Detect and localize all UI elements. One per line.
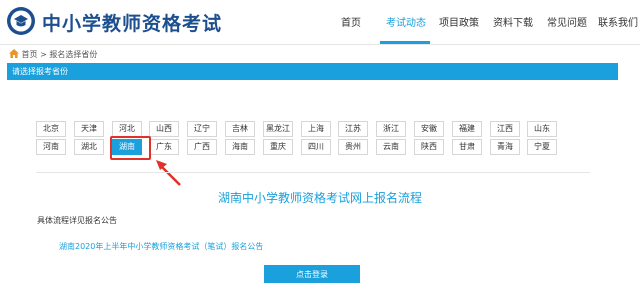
province-button[interactable]: 黑龙江: [263, 121, 293, 137]
nav-active-indicator: [380, 41, 430, 44]
nav-home[interactable]: 首页: [340, 14, 362, 29]
education-emblem-icon: [7, 7, 35, 35]
province-button[interactable]: 贵州: [338, 139, 368, 155]
top-header: 中小学教师资格考试 首页 考试动态 项目政策 资料下载 常见问题 联系我们: [0, 0, 640, 45]
province-button[interactable]: 湖北: [74, 139, 104, 155]
province-button[interactable]: 广西: [187, 139, 217, 155]
province-button[interactable]: 福建: [452, 121, 482, 137]
province-button[interactable]: 辽宁: [187, 121, 217, 137]
section-heading-bar: 请选择报考省份: [7, 63, 618, 80]
province-button[interactable]: 江苏: [338, 121, 368, 137]
province-button[interactable]: 浙江: [376, 121, 406, 137]
province-button[interactable]: 上海: [301, 121, 331, 137]
annotation-arrow-icon: [156, 160, 181, 186]
province-button[interactable]: 陕西: [414, 139, 444, 155]
province-button[interactable]: 天津: [74, 121, 104, 137]
flow-title: 湖南中小学教师资格考试网上报名流程: [217, 191, 422, 205]
content-panel: [7, 80, 618, 294]
divider: [36, 172, 590, 173]
province-button[interactable]: 甘肃: [452, 139, 482, 155]
province-button[interactable]: 河北: [112, 121, 142, 137]
site-title: 中小学教师资格考试: [42, 13, 223, 35]
login-button[interactable]: 点击登录: [264, 265, 360, 283]
province-button[interactable]: 云南: [376, 139, 406, 155]
province-button[interactable]: 青海: [490, 139, 520, 155]
breadcrumb-text: 首页 > 报名选择省份: [21, 50, 98, 59]
nav-exam-news[interactable]: 考试动态: [384, 14, 428, 29]
province-button[interactable]: 四川: [301, 139, 331, 155]
nav-faq[interactable]: 常见问题: [545, 14, 589, 29]
province-button[interactable]: 广东: [149, 139, 179, 155]
section-heading: 请选择报考省份: [12, 67, 68, 76]
home-icon[interactable]: [9, 49, 19, 58]
notice-label: 具体流程详见报名公告: [37, 216, 117, 225]
selection-highlight-box: [110, 136, 151, 160]
province-button[interactable]: 河南: [36, 139, 66, 155]
province-button[interactable]: 北京: [36, 121, 66, 137]
nav-policy[interactable]: 项目政策: [437, 14, 481, 29]
province-button[interactable]: 吉林: [225, 121, 255, 137]
breadcrumb: 首页 > 报名选择省份: [9, 49, 97, 60]
province-button[interactable]: 江西: [490, 121, 520, 137]
province-button[interactable]: 宁夏: [527, 139, 557, 155]
province-button[interactable]: 海南: [225, 139, 255, 155]
province-button[interactable]: 山东: [527, 121, 557, 137]
province-button[interactable]: 安徽: [414, 121, 444, 137]
province-button[interactable]: 山西: [149, 121, 179, 137]
nav-downloads[interactable]: 资料下载: [491, 14, 535, 29]
nav-contact[interactable]: 联系我们: [596, 14, 640, 29]
notice-link[interactable]: 湖南2020年上半年中小学教师资格考试（笔试）报名公告: [59, 241, 263, 252]
province-button[interactable]: 重庆: [263, 139, 293, 155]
